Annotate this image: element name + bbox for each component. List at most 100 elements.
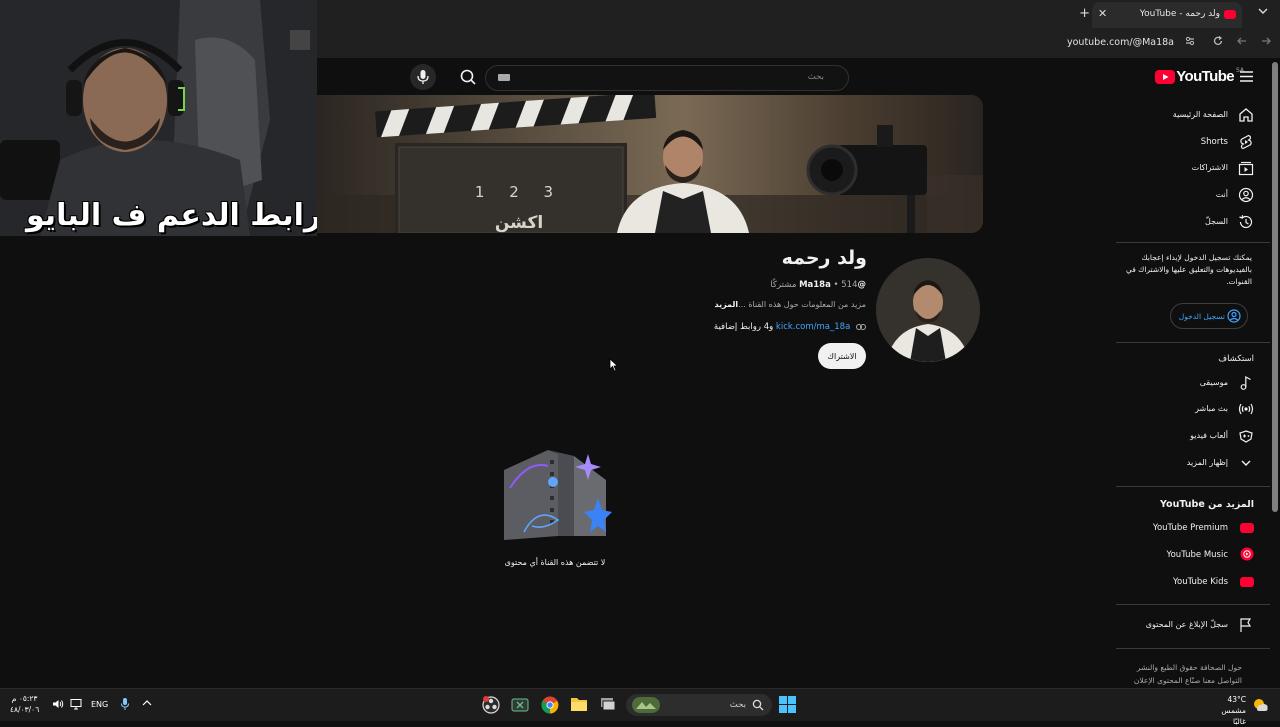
task-view-icon[interactable] <box>600 697 616 711</box>
obs-app-icon[interactable] <box>481 695 501 715</box>
signin-prompt: يمكنك تسجيل الدخول لإبداء إعجابك بالفيدي… <box>1125 253 1252 286</box>
channel-links: kick.com/ma_18a و4 روابط إضافية <box>714 322 866 332</box>
sidebar-item-youtube-kids[interactable]: YouTube Kids <box>1114 573 1254 593</box>
subscribe-button[interactable]: الاشتراك <box>818 343 866 369</box>
search-input[interactable] <box>528 66 848 88</box>
channel-description[interactable]: مزيد من المعلومات حول هذه القناة ...المز… <box>714 300 866 309</box>
file-explorer-icon[interactable] <box>570 696 588 712</box>
volume-icon[interactable] <box>52 698 64 710</box>
support-link-caption: رابط الدعم ف البايو <box>26 198 317 233</box>
menu-hamburger-icon[interactable] <box>1240 71 1253 82</box>
tab-search-chevron-icon[interactable] <box>1258 7 1268 15</box>
signin-button[interactable]: تسجيل الدخول <box>1170 303 1248 329</box>
sidebar-item-label: ألعاب فيديو <box>1190 431 1228 440</box>
voice-search-button[interactable] <box>410 64 436 90</box>
shorts-icon <box>1238 134 1254 150</box>
sidebar-item-youtube-premium[interactable]: YouTube Premium <box>1114 519 1254 539</box>
youtube-logo[interactable]: YouTube SA <box>1155 67 1244 85</box>
chrome-app-icon[interactable] <box>540 695 560 715</box>
sidebar-item-label: السجلّ <box>1204 217 1228 226</box>
youtube-kids-icon <box>1240 577 1254 587</box>
sidebar: الصفحة الرئيسية Shorts الاشتراكات أنت ال… <box>1116 96 1270 686</box>
forward-arrow-icon[interactable] <box>1260 35 1272 47</box>
clapper-word: اكشن <box>495 213 543 233</box>
sidebar-item-label: Shorts <box>1200 137 1228 147</box>
sidebar-item-music[interactable]: موسيقى <box>1114 374 1254 394</box>
language-indicator[interactable]: ENG <box>91 700 108 709</box>
history-icon <box>1238 214 1254 230</box>
sidebar-item-gaming[interactable]: ألعاب فيديو <box>1114 427 1254 447</box>
music-icon <box>1238 375 1254 391</box>
microphone-in-use-icon[interactable] <box>120 697 130 711</box>
weather-condition: مشمس غالبًا <box>1221 706 1246 726</box>
microphone-icon <box>417 70 429 84</box>
weather-sun-icon[interactable] <box>1251 696 1269 714</box>
close-tab-icon[interactable]: ✕ <box>1098 7 1107 20</box>
chevron-down-icon <box>1238 455 1254 471</box>
sidebar-item-subscriptions[interactable]: الاشتراكات <box>1114 159 1254 179</box>
sidebar-item-you[interactable]: أنت <box>1114 186 1254 206</box>
tab-title: ولد رحمه - YouTube <box>1139 9 1220 19</box>
kick-link[interactable]: kick.com/ma_18a <box>776 322 850 332</box>
sidebar-divider <box>1116 342 1270 343</box>
more-links-text[interactable]: و4 روابط إضافية <box>714 322 773 332</box>
sidebar-item-youtube-music[interactable]: YouTube Music <box>1114 546 1254 566</box>
start-windows-icon[interactable] <box>779 696 796 713</box>
windows-taskbar: ٠٥:٢٣ م ٤٨/٠٣/٠٦ ENG بحث 43°C مشمس غالبً… <box>0 688 1280 726</box>
sidebar-item-live[interactable]: بث مباشر <box>1114 400 1254 420</box>
search-box <box>485 65 849 91</box>
sidebar-item-home[interactable]: الصفحة الرئيسية <box>1114 106 1254 126</box>
address-bar: youtube.com/@Ma18a <box>317 28 1280 59</box>
sidebar-item-shorts[interactable]: Shorts <box>1114 133 1254 153</box>
explore-section-title: استكشاف <box>1218 354 1254 364</box>
sidebar-divider <box>1116 604 1270 605</box>
channel-banner: 1 2 3 اكشن <box>317 95 983 233</box>
clock-date: ٤٨/٠٣/٠٦ <box>10 705 40 714</box>
taskbar-search-box[interactable]: بحث <box>626 694 772 716</box>
site-settings-icon[interactable] <box>1184 35 1196 47</box>
sidebar-item-label: YouTube Kids <box>1172 577 1228 587</box>
footer-links-line-1[interactable]: حول الصحافة حقوق الطبع والنشر <box>1092 661 1242 674</box>
sidebar-item-label: بث مباشر <box>1195 404 1228 413</box>
description-text: مزيد من المعلومات حول هذه القناة ... <box>738 300 866 309</box>
sidebar-item-label: الاشتراكات <box>1191 163 1228 172</box>
sidebar-item-label: سجلّ الإبلاغ عن المحتوى <box>1145 620 1228 629</box>
sidebar-item-history[interactable]: السجلّ <box>1114 213 1254 233</box>
reload-icon[interactable] <box>1212 35 1224 47</box>
new-tab-button[interactable]: + <box>1079 6 1090 21</box>
network-icon[interactable] <box>70 698 82 710</box>
empty-channel-message: لا تتضمن هذه القناة أي محتوى <box>504 558 606 567</box>
clock-time: ٠٥:٢٣ م <box>11 694 38 703</box>
more-from-youtube-title: المزيد من YouTube <box>1160 499 1254 510</box>
signin-button-label: تسجيل الدخول <box>1178 312 1225 321</box>
description-more-link[interactable]: المزيد <box>714 300 738 309</box>
channel-name: ولد رحمه <box>781 247 867 269</box>
search-icon <box>752 699 764 711</box>
link-icon <box>856 323 866 330</box>
sidebar-item-show-more[interactable]: إظهار المزيد <box>1114 454 1254 474</box>
sidebar-item-label: YouTube Music <box>1166 550 1228 560</box>
youtube-music-icon <box>1240 547 1254 561</box>
youtube-logo-text: YouTube <box>1176 68 1234 85</box>
browser-tab[interactable]: ولد رحمه - YouTube ✕ <box>1092 2 1242 28</box>
sidebar-divider <box>1116 648 1270 649</box>
taskbar-clock[interactable]: ٠٥:٢٣ م ٤٨/٠٣/٠٦ <box>10 693 39 715</box>
page-scrollbar[interactable] <box>1272 62 1278 512</box>
clapper-numbers: 1 2 3 <box>475 183 563 201</box>
taskbar-weather-widget[interactable]: 43°C مشمس غالبًا <box>1208 694 1246 727</box>
xbox-app-icon[interactable] <box>511 696 529 714</box>
sidebar-item-report-history[interactable]: سجلّ الإبلاغ عن المحتوى <box>1114 616 1254 636</box>
keyboard-icon[interactable] <box>498 74 510 81</box>
footer-links-line-2[interactable]: التواصل معنا صنّاع المحتوى الإعلان <box>1092 674 1242 687</box>
sidebar-footer-links[interactable]: حول الصحافة حقوق الطبع والنشر التواصل مع… <box>1092 661 1242 687</box>
channel-avatar[interactable] <box>876 258 980 362</box>
weather-temperature: 43°C <box>1227 695 1246 704</box>
youtube-premium-icon <box>1240 523 1254 533</box>
search-button[interactable] <box>450 64 486 90</box>
youtube-play-icon <box>1155 69 1176 84</box>
back-arrow-icon[interactable] <box>1236 35 1248 47</box>
search-icon <box>460 69 476 85</box>
you-icon <box>1238 187 1254 203</box>
show-hidden-icons-chevron-icon[interactable] <box>142 699 152 707</box>
url-text[interactable]: youtube.com/@Ma18a <box>1067 37 1174 48</box>
